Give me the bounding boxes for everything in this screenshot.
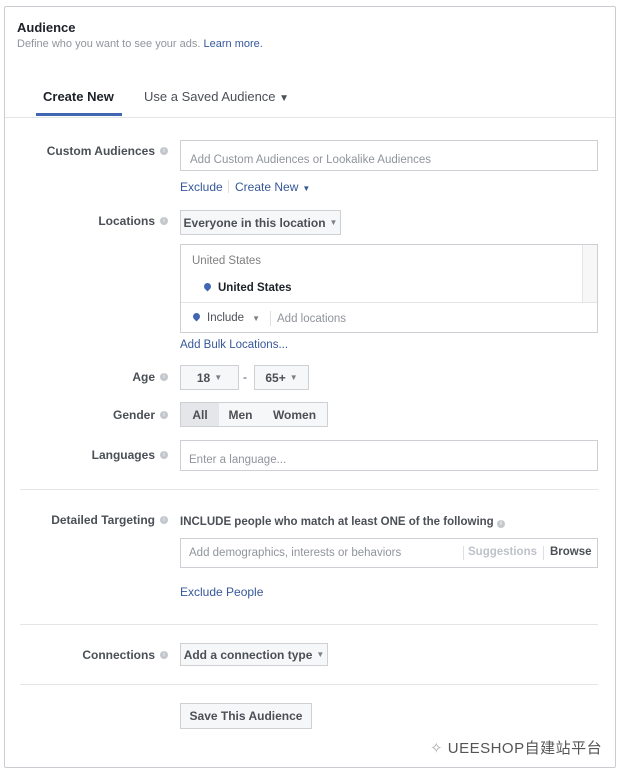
age-max-value: 65+ [265,370,286,385]
divider [20,489,598,490]
panel-title: Audience [17,20,76,35]
tab-underline [36,113,122,116]
exclude-people-link[interactable]: Exclude People [180,585,263,599]
watermark: ✧ UEESHOP自建站平台 [430,737,602,758]
watermark-text: UEESHOP自建站平台 [447,740,603,757]
panel-subtitle: Define who you want to see your ads. Lea… [17,38,263,50]
caret-down-icon: ▼ [329,218,338,227]
age-label: Age [132,370,155,384]
info-icon: i [160,411,168,419]
detailed-targeting-input[interactable]: Add demographics, interests or behaviors… [180,538,598,568]
tab-create-new[interactable]: Create New [43,89,114,104]
info-icon: i [160,451,168,459]
custom-audiences-label: Custom Audiences [46,144,155,158]
scrollbar[interactable] [582,245,597,302]
caret-down-icon: ▼ [316,650,325,659]
age-max-dropdown[interactable]: 65+ ▼ [254,365,309,390]
caret-down-icon: ▼ [252,314,261,323]
caret-down-icon: ▼ [279,93,290,104]
separator [228,180,229,193]
suggestions-button[interactable]: Suggestions [468,546,537,558]
wechat-icon: ✧ [430,740,448,757]
add-bulk-locations-link[interactable]: Add Bulk Locations... [180,339,288,351]
location-type-label: Everyone in this location [183,215,326,230]
info-icon: i [160,217,168,225]
connection-type-label: Add a connection type [183,647,313,662]
connections-label: Connections [82,648,155,662]
add-locations-input[interactable]: Add locations [277,313,346,325]
placeholder: Enter a language... [189,454,287,466]
locations-label: Locations [98,214,155,228]
placeholder: Add Custom Audiences or Lookalike Audien… [190,154,432,166]
exclude-link[interactable]: Exclude [180,180,223,194]
include-text: INCLUDE people who match at least ONE of… [180,516,494,528]
info-icon: i [160,373,168,381]
info-icon: i [160,651,168,659]
location-pin-icon [202,281,213,292]
separator [543,546,544,560]
include-label: Include [207,312,245,324]
divider [20,684,598,685]
languages-label: Languages [91,448,155,462]
create-new-label: Create New [235,180,299,194]
save-audience-button[interactable]: Save This Audience [180,703,312,729]
detailed-targeting-label: Detailed Targeting [51,513,155,527]
caret-down-icon: ▼ [289,373,298,382]
learn-more-link[interactable]: Learn more. [204,38,263,50]
gender-women-button[interactable]: Women [262,402,328,427]
separator [270,311,271,326]
create-new-dropdown[interactable]: Create New ▼ [235,180,310,194]
caret-down-icon: ▼ [302,184,311,193]
info-icon: i [496,520,505,528]
selected-location[interactable]: United States [202,281,292,294]
info-icon: i [160,147,168,155]
locations-box: United States United States Include ▼ Add… [180,244,598,333]
info-icon: i [160,516,168,524]
location-pin-icon [191,311,202,322]
divider [20,624,598,625]
location-group: United States [192,255,262,267]
gender-label: Gender [112,408,155,422]
subtitle-text: Define who you want to see your ads. [17,38,201,50]
tab-label: Use a Saved Audience [144,89,276,104]
placeholder: Add demographics, interests or behaviors [189,547,402,559]
gender-all-button[interactable]: All [180,402,220,427]
age-separator: - [243,370,247,384]
tab-saved-audience[interactable]: Use a Saved Audience ▼ [144,89,289,104]
age-min-value: 18 [196,370,211,385]
browse-button[interactable]: Browse [550,546,592,558]
divider [181,302,597,303]
divider [5,117,615,118]
connection-type-dropdown[interactable]: Add a connection type ▼ [180,643,328,666]
include-dropdown[interactable]: Include ▼ [191,311,261,324]
selected-location-label: United States [218,282,292,294]
location-type-dropdown[interactable]: Everyone in this location ▼ [180,210,341,235]
custom-audiences-input[interactable]: Add Custom Audiences or Lookalike Audien… [180,140,598,171]
caret-down-icon: ▼ [214,373,223,382]
age-min-dropdown[interactable]: 18 ▼ [180,365,239,390]
languages-input[interactable]: Enter a language... [180,440,598,471]
gender-men-button[interactable]: Men [219,402,263,427]
separator [463,546,464,560]
include-criteria-text: INCLUDE people who match at least ONE of… [180,516,505,528]
